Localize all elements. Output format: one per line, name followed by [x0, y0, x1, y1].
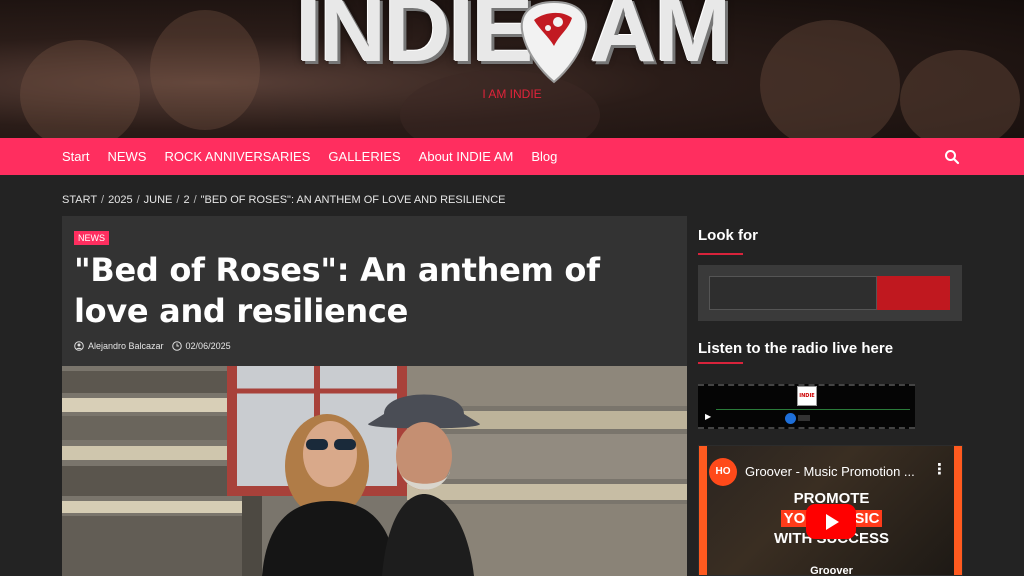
logo-text-left[interactable]: INDIE: [296, 0, 533, 83]
nav-item-about[interactable]: About INDIE AM: [419, 149, 514, 164]
radio-volume-bar[interactable]: [798, 415, 810, 421]
nav-item-start[interactable]: Start: [62, 149, 89, 164]
author-name[interactable]: Alejandro Balcazar: [88, 341, 164, 351]
play-icon[interactable]: ▶: [705, 412, 711, 421]
breadcrumb-current: "BED OF ROSES": AN ANTHEM OF LOVE AND RE…: [200, 194, 506, 206]
youtube-embed[interactable]: HO Groover - Music Promotion ... ⋮ PROMO…: [698, 445, 963, 576]
video-brand: Groover: [810, 565, 853, 576]
search-input[interactable]: [709, 276, 877, 310]
radio-progress-track[interactable]: [716, 409, 910, 410]
post-date: 02/06/2025: [185, 341, 231, 351]
user-icon: [74, 341, 84, 351]
article-meta: Alejandro Balcazar 02/06/2025: [74, 341, 231, 351]
more-options-icon[interactable]: ⋮: [932, 460, 947, 478]
site-tagline: I AM INDIE: [482, 87, 542, 101]
video-title[interactable]: Groover - Music Promotion ...: [745, 464, 920, 479]
category-badge[interactable]: NEWS: [74, 231, 109, 245]
sidebar-radio-heading: Listen to the radio live here: [698, 340, 894, 357]
nav-item-news[interactable]: NEWS: [107, 149, 146, 164]
article-header: NEWS "Bed of Roses": An anthem of love a…: [62, 216, 687, 366]
heading-underline: [698, 253, 743, 255]
sidebar-search-widget: [698, 265, 962, 321]
search-icon[interactable]: [944, 149, 960, 165]
radio-slider-knob[interactable]: [785, 413, 796, 424]
logo-text-right[interactable]: AM: [590, 0, 731, 83]
radio-station-logo: INDIE: [797, 386, 817, 406]
radio-player: INDIE ▶: [698, 384, 915, 429]
channel-avatar[interactable]: HO: [709, 458, 737, 486]
breadcrumb-item[interactable]: 2025: [108, 194, 132, 206]
heading-underline: [698, 362, 743, 364]
nav-item-blog[interactable]: Blog: [531, 149, 557, 164]
article-title: "Bed of Roses": An anthem of love and re…: [74, 251, 600, 330]
crowd-silhouette: [760, 20, 900, 138]
breadcrumb-item[interactable]: JUNE: [144, 194, 173, 206]
crowd-silhouette: [150, 10, 260, 130]
article-photo: [62, 366, 687, 576]
nav-item-rock-anniversaries[interactable]: ROCK ANNIVERSARIES: [164, 149, 310, 164]
nav-item-galleries[interactable]: GALLERIES: [328, 149, 400, 164]
search-submit-button[interactable]: [877, 276, 950, 310]
header-banner: INDIE AM I AM INDIE: [0, 0, 1024, 138]
youtube-play-button[interactable]: [806, 504, 856, 539]
guitar-pick-logo-icon[interactable]: [518, 0, 590, 84]
clock-icon: [171, 341, 182, 351]
sidebar-search-heading: Look for: [698, 227, 758, 244]
breadcrumb: START/2025/JUNE/2/"BED OF ROSES": AN ANT…: [62, 194, 506, 206]
breadcrumb-item[interactable]: 2: [183, 194, 189, 206]
main-navbar: Start NEWS ROCK ANNIVERSARIES GALLERIES …: [0, 138, 1024, 175]
nav-menu: Start NEWS ROCK ANNIVERSARIES GALLERIES …: [62, 138, 575, 175]
breadcrumb-item[interactable]: START: [62, 194, 97, 206]
